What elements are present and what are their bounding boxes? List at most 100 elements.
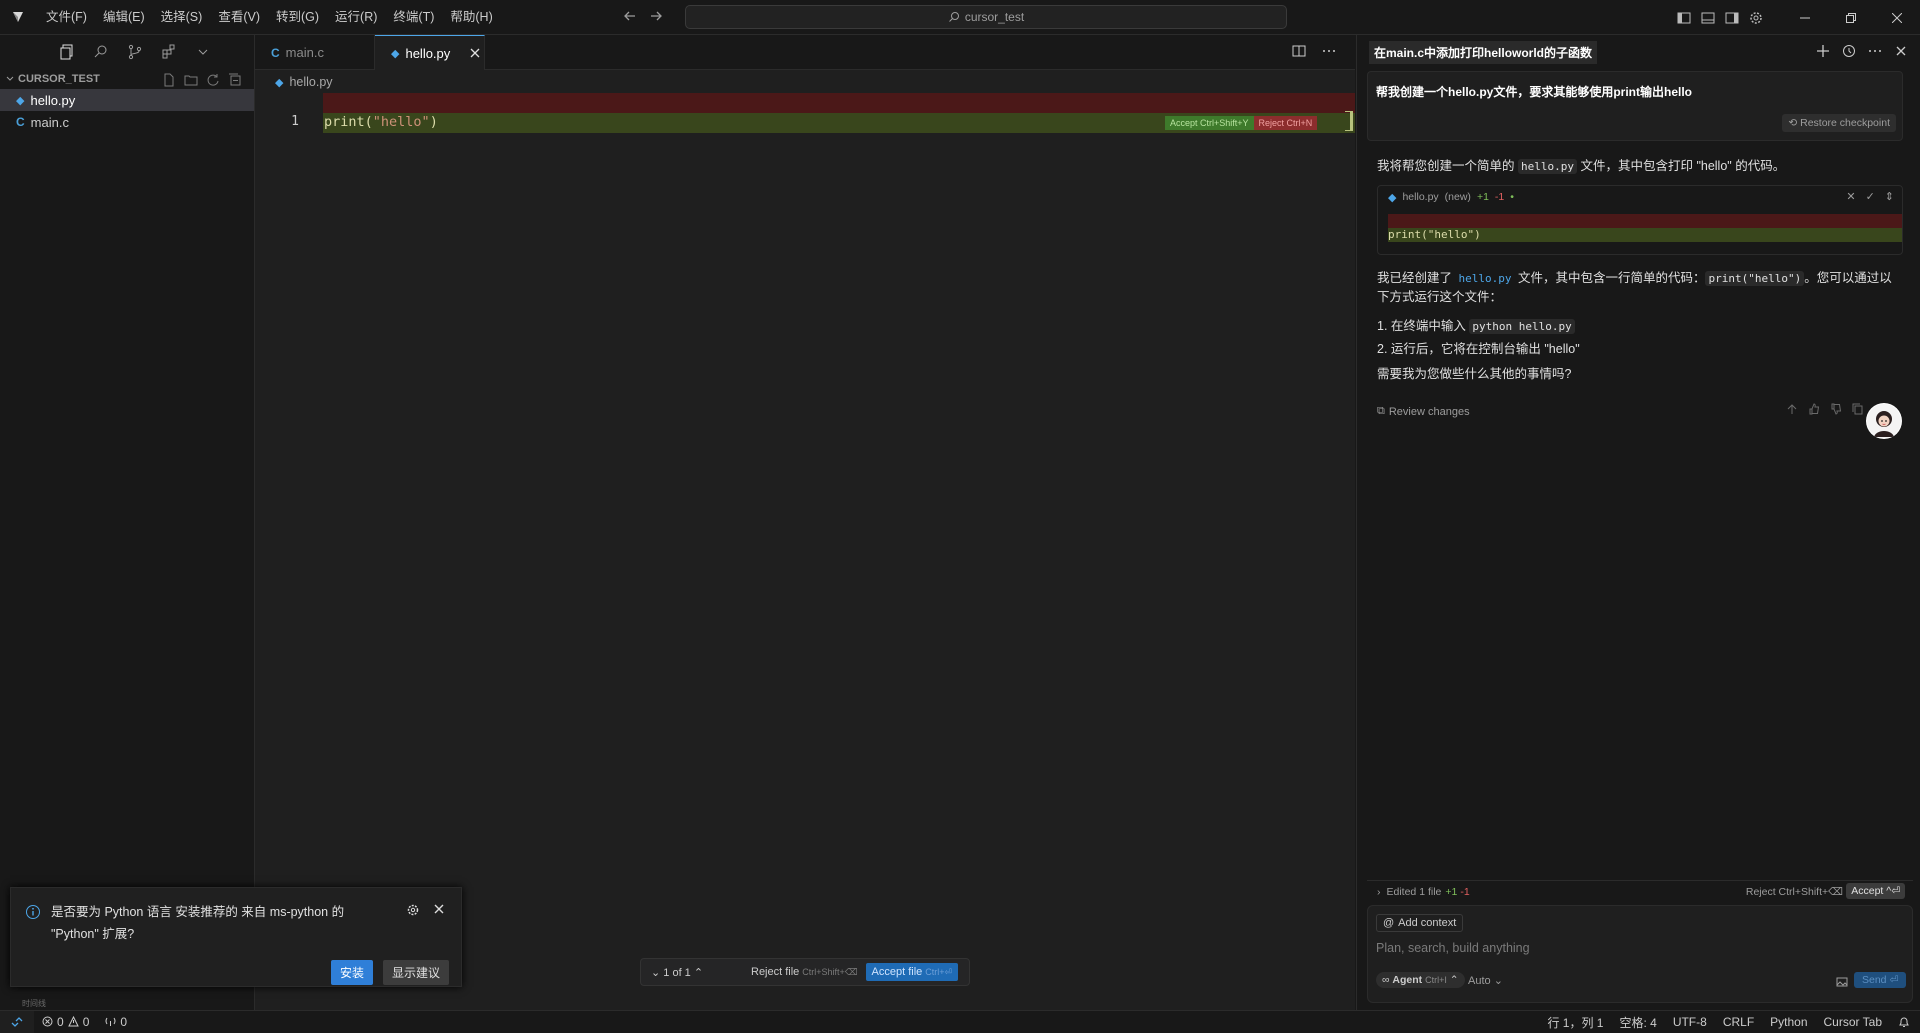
reject-file-button[interactable]: Reject file Ctrl+Shift+⌫ — [751, 966, 858, 978]
at-icon: @ — [1383, 917, 1395, 929]
chevron-down-icon[interactable]: ⌄ — [651, 967, 660, 979]
language-mode[interactable]: Python — [1770, 1015, 1807, 1029]
encoding[interactable]: UTF-8 — [1673, 1015, 1707, 1029]
extensions-icon[interactable] — [159, 42, 179, 62]
accept-file-shortcut: Ctrl+⏎ — [925, 967, 953, 977]
send-button[interactable]: Send ⏎ — [1854, 972, 1907, 988]
close-icon[interactable] — [433, 903, 445, 915]
expand-icon[interactable]: ⇕ — [1885, 190, 1894, 203]
restore-icon: ⟲ — [1788, 117, 1801, 129]
tab-hello-py[interactable]: ◆ hello.py — [375, 35, 485, 70]
add-context-button[interactable]: @ Add context — [1376, 914, 1464, 932]
chat-input[interactable]: Plan, search, build anything — [1376, 941, 1530, 955]
cursor-tab-status[interactable]: Cursor Tab — [1824, 1015, 1882, 1029]
back-arrow-icon[interactable] — [622, 8, 638, 24]
card-additions: +1 — [1476, 191, 1489, 203]
restore-checkpoint-button[interactable]: ⟲ Restore checkpoint — [1782, 114, 1896, 132]
menu-selection[interactable]: 选择(S) — [153, 0, 211, 35]
command-center-search[interactable]: cursor_test — [685, 5, 1287, 29]
chevron-up-icon[interactable]: ⌃ — [694, 967, 703, 979]
review-changes-link[interactable]: ⧉ Review changes — [1377, 405, 1470, 418]
inline-reject-button[interactable]: Reject Ctrl+N — [1253, 116, 1318, 130]
accept-file-button[interactable]: Accept file Ctrl+⏎ — [865, 963, 959, 981]
menu-file[interactable]: 文件(F) — [38, 0, 95, 35]
gear-icon[interactable] — [406, 903, 420, 917]
source-control-icon[interactable] — [125, 42, 145, 62]
avatar[interactable] — [1866, 403, 1902, 439]
file-item-hello-py[interactable]: ◆ hello.py — [0, 89, 254, 111]
breadcrumb-file[interactable]: hello.py — [289, 75, 332, 89]
install-button[interactable]: 安装 — [331, 960, 374, 985]
arrow-up-icon[interactable] — [1786, 403, 1798, 415]
timeline-section-label[interactable]: 时间线 — [22, 998, 46, 1009]
explorer-files-icon[interactable] — [57, 42, 77, 62]
code-line[interactable]: print("hello") — [324, 114, 438, 130]
ports-indicator[interactable]: 0 — [105, 1015, 127, 1029]
reply-text: 下方式运行这个文件： — [1377, 290, 1503, 304]
chat-title-tab[interactable]: 在main.c中添加打印helloworld的子函数 — [1369, 40, 1598, 64]
accept-check-icon[interactable]: ✓ — [1866, 190, 1875, 203]
cursor-position[interactable]: 行 1，列 1 — [1547, 1014, 1603, 1031]
change-counter[interactable]: ⌄ 1 of 1 ⌃ — [641, 966, 751, 979]
model-selector-dropdown[interactable]: Auto ⌄ — [1468, 974, 1503, 987]
user-message[interactable]: 帮我创建一个hello.py文件，要求其能够使用print输出hello ⟲ R… — [1367, 71, 1903, 141]
edited-files-bar[interactable]: › Edited 1 file +1 -1 Reject Ctrl+Shift+… — [1367, 880, 1913, 902]
more-actions-icon[interactable] — [1868, 44, 1882, 58]
menu-terminal[interactable]: 终端(T) — [385, 0, 442, 35]
agent-mode-dropdown[interactable]: ∞ Agent Ctrl+I ⌃ — [1376, 972, 1465, 988]
menu-go[interactable]: 转到(G) — [268, 0, 327, 35]
close-tab-icon[interactable] — [470, 48, 480, 58]
toggle-secondary-sidebar-icon[interactable] — [1724, 10, 1740, 26]
tab-main-c[interactable]: C main.c — [255, 35, 375, 70]
split-editor-icon[interactable] — [1291, 43, 1307, 59]
inline-code: hello.py — [1458, 272, 1512, 285]
more-actions-icon[interactable] — [1321, 43, 1337, 59]
inline-accept-button[interactable]: Accept Ctrl+Shift+Y — [1165, 116, 1254, 130]
close-icon[interactable] — [1894, 44, 1908, 58]
reject-all-button[interactable]: Reject Ctrl+Shift+⌫ — [1746, 886, 1843, 898]
activity-bar — [0, 35, 254, 69]
toggle-primary-sidebar-icon[interactable] — [1676, 10, 1692, 26]
file-name: hello.py — [30, 92, 76, 108]
file-item-main-c[interactable]: C main.c — [0, 111, 254, 133]
ai-chat-panel: 在main.c中添加打印helloworld的子函数 帮我创建一个hello.p… — [1356, 35, 1920, 1010]
restore-icon[interactable] — [1828, 0, 1874, 35]
accept-all-button[interactable]: Accept ^⏎ — [1846, 883, 1905, 899]
title-bar: 文件(F) 编辑(E) 选择(S) 查看(V) 转到(G) 运行(R) 终端(T… — [0, 0, 1920, 35]
close-window-icon[interactable] — [1874, 0, 1920, 35]
explorer-sidebar: CURSOR_TEST ◆ hello.py C main.c — [0, 35, 255, 1010]
show-suggestions-button[interactable]: 显示建议 — [383, 960, 450, 985]
copy-icon[interactable] — [1852, 403, 1864, 415]
inline-code: python hello.py — [1469, 319, 1575, 334]
code-string: "hello" — [372, 114, 430, 130]
settings-gear-icon[interactable] — [1748, 10, 1764, 26]
new-folder-icon[interactable] — [184, 73, 198, 87]
refresh-icon[interactable] — [206, 73, 220, 87]
new-file-icon[interactable] — [162, 73, 176, 87]
indentation[interactable]: 空格: 4 — [1619, 1014, 1656, 1031]
error-count: 0 — [57, 1014, 64, 1029]
collapse-all-icon[interactable] — [228, 73, 242, 87]
thumbs-down-icon[interactable] — [1830, 403, 1842, 415]
plus-icon[interactable] — [1816, 44, 1830, 58]
line-ending[interactable]: CRLF — [1723, 1015, 1754, 1029]
thumbs-up-icon[interactable] — [1808, 403, 1820, 415]
menu-view[interactable]: 查看(V) — [210, 0, 268, 35]
menu-run[interactable]: 运行(R) — [327, 0, 385, 35]
forward-arrow-icon[interactable] — [648, 8, 664, 24]
chevron-down-icon[interactable] — [193, 42, 213, 62]
card-new-badge: (new) — [1444, 191, 1471, 203]
minimize-icon[interactable] — [1782, 0, 1828, 35]
reject-icon[interactable]: ✕ — [1846, 190, 1855, 203]
history-icon[interactable] — [1842, 44, 1856, 58]
search-icon[interactable] — [91, 42, 111, 62]
toggle-panel-icon[interactable] — [1700, 10, 1716, 26]
chevron-right-icon: › — [1377, 885, 1381, 898]
problems-indicator[interactable]: 0 0 — [42, 1015, 89, 1029]
menu-edit[interactable]: 编辑(E) — [95, 0, 153, 35]
image-attach-icon[interactable] — [1836, 976, 1848, 988]
menu-help[interactable]: 帮助(H) — [442, 0, 500, 35]
file-card-header[interactable]: ◆ hello.py (new) +1 -1 • — [1378, 186, 1902, 208]
notifications-bell-icon[interactable] — [1898, 1016, 1910, 1028]
remote-indicator-icon[interactable] — [0, 1010, 34, 1033]
